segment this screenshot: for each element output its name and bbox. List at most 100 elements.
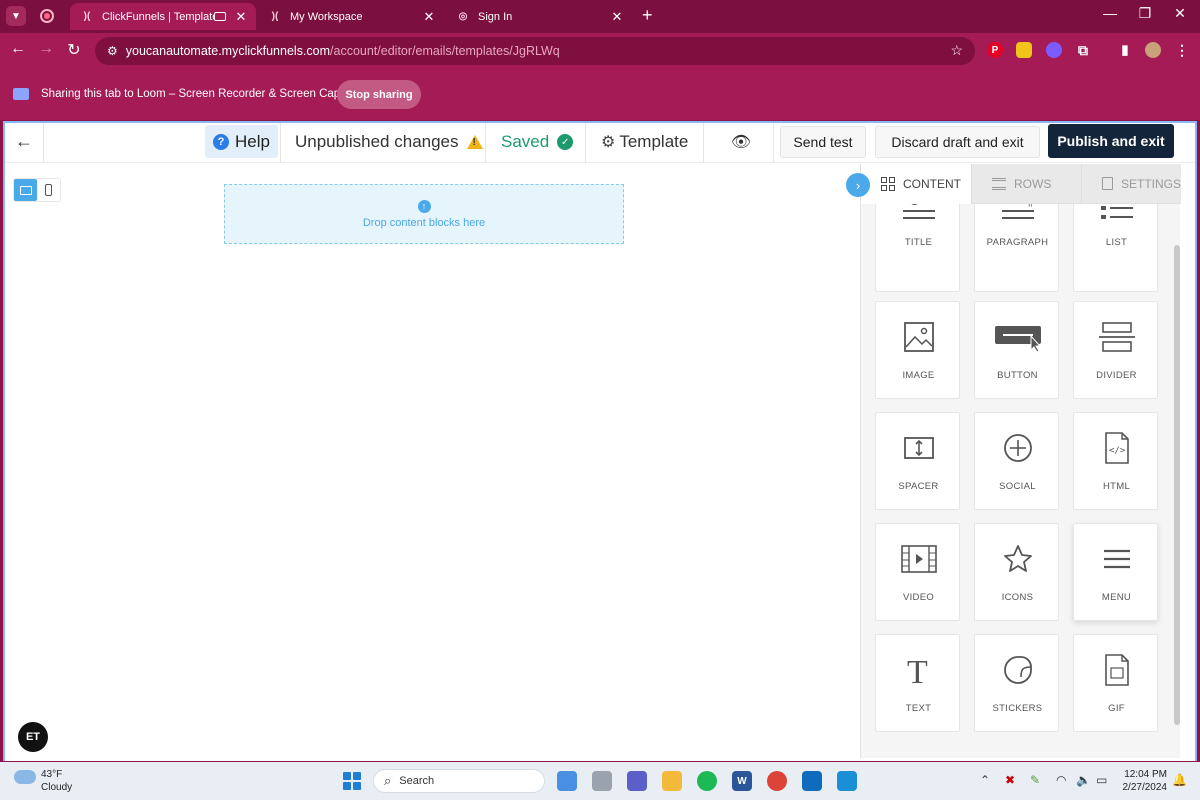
site-settings-icon[interactable]: ⚙ <box>107 44 118 58</box>
block-text[interactable]: T TEXT <box>875 634 960 732</box>
clock-date[interactable]: 2/27/2024 <box>1117 782 1168 793</box>
teams-icon[interactable] <box>627 771 647 791</box>
back-icon[interactable]: ← <box>8 40 28 58</box>
screen-share-banner: Sharing this tab to Loom – Screen Record… <box>0 69 1200 120</box>
tab-settings[interactable]: SETTINGS <box>1081 164 1181 204</box>
new-tab-button[interactable]: + <box>642 6 653 24</box>
block-menu[interactable]: MENU <box>1073 523 1158 621</box>
tab-clickfunnels-templates[interactable]: )( ClickFunnels | Templates ✕ <box>70 3 256 30</box>
block-list[interactable]: LIST <box>1073 204 1158 292</box>
scrollbar-thumb[interactable] <box>1174 245 1180 725</box>
block-html[interactable]: </> HTML <box>1073 412 1158 510</box>
avatar[interactable]: ET <box>18 722 48 752</box>
extensions-puzzle-icon[interactable]: ⧉ <box>1075 42 1091 58</box>
taskbar-search[interactable]: ⌕ Search <box>373 769 545 793</box>
gear-icon: ⚙ <box>601 134 616 151</box>
chrome-icon[interactable] <box>767 771 787 791</box>
calculator-icon[interactable] <box>837 771 857 791</box>
block-image[interactable]: IMAGE <box>875 301 960 399</box>
spacer-icon <box>876 431 961 465</box>
close-tab-icon[interactable]: ✕ <box>422 9 436 25</box>
block-gif[interactable]: GIF <box>1073 634 1158 732</box>
block-divider[interactable]: DIVIDER <box>1073 301 1158 399</box>
back-arrow-icon[interactable]: ← <box>13 131 35 152</box>
editor-topbar: ← ? Help Unpublished changes Saved ✓ ⚙ T… <box>5 123 1195 163</box>
spotify-icon[interactable] <box>697 771 717 791</box>
content-blocks-grid: T TITLE ¶ PARAGRAPH LIST IMAGE BUTTON <box>861 204 1166 748</box>
divider <box>43 123 44 163</box>
mobile-view-button[interactable] <box>37 179 60 201</box>
tab-content[interactable]: CONTENT <box>861 164 971 204</box>
minimize-icon[interactable]: — <box>1100 5 1120 21</box>
task-view-icon[interactable] <box>592 771 612 791</box>
chevron-down-icon: ▼ <box>11 10 21 22</box>
template-settings-button[interactable]: ⚙ Template <box>601 132 688 152</box>
paragraph-icon: ¶ <box>975 204 1060 223</box>
extension-badge-icon[interactable] <box>1046 42 1062 58</box>
block-video[interactable]: VIDEO <box>875 523 960 621</box>
drop-zone[interactable]: ↑ Drop content blocks here <box>224 184 624 244</box>
close-window-icon[interactable]: ✕ <box>1170 5 1190 22</box>
pen-icon[interactable]: ✎ <box>1030 773 1040 787</box>
close-tab-icon[interactable]: ✕ <box>234 9 248 25</box>
collapse-panel-button[interactable]: › <box>846 173 870 197</box>
tab-search-button[interactable]: ▼ <box>6 6 26 26</box>
block-title[interactable]: T TITLE <box>875 204 960 292</box>
outlook-icon[interactable] <box>802 771 822 791</box>
weather-condition[interactable]: Cloudy <box>41 782 72 793</box>
reload-icon[interactable]: ↻ <box>64 40 84 60</box>
block-stickers[interactable]: STICKERS <box>974 634 1059 732</box>
email-canvas: ↑ Drop content blocks here ET <box>5 164 845 752</box>
antivirus-icon[interactable]: ✖ <box>1005 773 1015 787</box>
chevron-up-icon[interactable]: ⌃ <box>980 773 990 787</box>
tab-rows[interactable]: ROWS <box>971 164 1081 204</box>
block-button[interactable]: BUTTON <box>974 301 1059 399</box>
wifi-icon[interactable]: ◠ <box>1056 773 1066 787</box>
svg-text:¶: ¶ <box>1026 204 1033 208</box>
address-bar[interactable]: ⚙ youcanautomate.myclickfunnels.com/acco… <box>95 37 975 65</box>
profile-avatar[interactable] <box>1145 42 1161 58</box>
block-social[interactable]: SOCIAL <box>974 412 1059 510</box>
weather-temperature[interactable]: 43°F <box>41 769 62 780</box>
preview-eye-icon[interactable]: 👁 <box>730 132 752 152</box>
desktop-view-button[interactable] <box>14 179 37 201</box>
loom-share-icon <box>13 88 29 100</box>
saved-status: Saved ✓ <box>501 132 574 152</box>
block-icons[interactable]: ICONS <box>974 523 1059 621</box>
side-panel-icon[interactable]: ▮ <box>1117 42 1133 58</box>
help-button[interactable]: ? Help <box>205 125 278 158</box>
tab-sign-in[interactable]: ◎ Sign In ✕ <box>446 3 632 30</box>
block-paragraph[interactable]: ¶ PARAGRAPH <box>974 204 1059 292</box>
restore-icon[interactable]: ❐ <box>1135 5 1155 22</box>
content-panel: CONTENT ROWS SETTINGS T TITLE ¶ PARAGRAP… <box>860 164 1181 758</box>
chevron-right-icon: › <box>855 177 861 193</box>
block-spacer[interactable]: SPACER <box>875 412 960 510</box>
rows-icon <box>992 177 1006 190</box>
battery-icon[interactable]: ▭ <box>1096 773 1107 787</box>
file-explorer-icon[interactable] <box>662 771 682 791</box>
stop-sharing-button[interactable]: Stop sharing <box>337 80 421 109</box>
discard-draft-button[interactable]: Discard draft and exit <box>875 126 1040 158</box>
pinterest-extension-icon[interactable]: P <box>987 42 1003 58</box>
hamburger-menu-icon <box>1074 542 1159 576</box>
clock-time[interactable]: 12:04 PM <box>1121 769 1167 780</box>
copilot-icon[interactable] <box>557 771 577 791</box>
bookmark-star-icon[interactable]: ☆ <box>950 42 963 59</box>
sharing-message: Sharing this tab to Loom – Screen Record… <box>41 88 360 100</box>
word-icon[interactable]: W <box>732 771 752 791</box>
tab-my-workspace[interactable]: )( My Workspace ✕ <box>258 3 444 30</box>
recording-icon[interactable] <box>40 9 54 23</box>
menu-kebab-icon[interactable]: ⋮ <box>1174 42 1190 58</box>
forward-icon[interactable]: → <box>36 40 56 58</box>
gif-file-icon <box>1074 653 1159 687</box>
notification-bell-icon[interactable]: 🔔 <box>1172 773 1187 787</box>
panel-scrollbar[interactable] <box>1172 205 1182 745</box>
close-tab-icon[interactable]: ✕ <box>610 9 624 25</box>
windows-start-icon[interactable] <box>343 772 361 790</box>
extension-icon[interactable] <box>1016 42 1032 58</box>
volume-icon[interactable]: 🔈 <box>1076 773 1091 787</box>
send-test-button[interactable]: Send test <box>780 126 866 158</box>
publish-button[interactable]: Publish and exit <box>1048 124 1174 158</box>
cloud-icon[interactable] <box>14 770 36 784</box>
sign-in-icon: ◎ <box>458 11 468 22</box>
